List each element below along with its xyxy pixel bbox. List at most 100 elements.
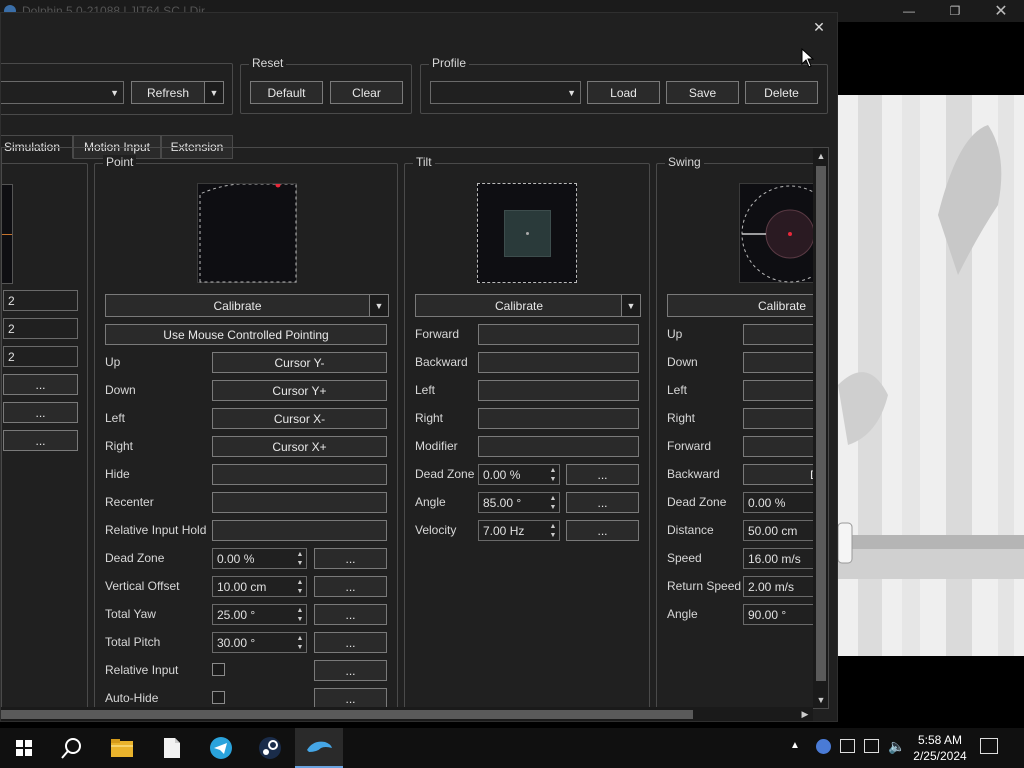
file-explorer-icon[interactable]	[98, 728, 146, 768]
spin-arrows-icon[interactable]: ▲ ▼	[294, 633, 306, 652]
point-calibrate-button[interactable]: Calibrate	[105, 294, 370, 317]
point-hide-mapping[interactable]	[212, 464, 387, 485]
swing-group: Swing Calibrate Up Down Left Right Forwa…	[656, 155, 828, 708]
horizontal-scroll-thumb[interactable]	[1, 710, 693, 719]
tilt-modifier-mapping[interactable]	[478, 436, 639, 457]
default-button[interactable]: Default	[250, 81, 323, 104]
show-hidden-icons-icon[interactable]: ▲	[790, 740, 800, 751]
tilt-left-label: Left	[415, 383, 436, 397]
point-recenter-label: Recenter	[105, 495, 154, 509]
mouse-pointing-button[interactable]: Use Mouse Controlled Pointing	[105, 324, 387, 345]
tilt-right-mapping[interactable]	[478, 408, 639, 429]
point-relative-hold-label: Relative Input Hold	[105, 523, 207, 537]
point-recenter-mapping[interactable]	[212, 492, 387, 513]
tilt-deadzone-spinbox[interactable]: 0.00 % ▲ ▼	[478, 464, 560, 485]
tilt-group: Tilt Calibrate ▼ Forward Backward Left R…	[404, 155, 650, 708]
system-clock[interactable]: 5:58 AM 2/25/2024	[910, 732, 970, 764]
tilt-velocity-spinbox[interactable]: 7.00 Hz ▲ ▼	[478, 520, 560, 541]
point-right-mapping[interactable]: Cursor X+	[212, 436, 387, 457]
point-vertical-offset-spinbox[interactable]: 10.00 cm ▲ ▼	[212, 576, 307, 597]
tab-content-pane: 2 2 2 ... ... ... Point Calibrate ▼ Use …	[1, 147, 829, 709]
maximize-button[interactable]: ❐	[932, 0, 978, 22]
tilt-velocity-value: 7.00 Hz	[483, 523, 525, 538]
relative-input-checkbox[interactable]	[212, 663, 225, 676]
spin-arrows-icon[interactable]: ▲ ▼	[294, 605, 306, 624]
refresh-button[interactable]: Refresh	[131, 81, 205, 104]
clock-date: 2/25/2024	[913, 749, 967, 763]
tilt-backward-label: Backward	[415, 355, 468, 369]
point-deadzone-spinbox[interactable]: 0.00 % ▲ ▼	[212, 548, 307, 569]
scroll-up-icon[interactable]: ▲	[813, 148, 828, 164]
spin-arrows-icon[interactable]: ▲ ▼	[294, 577, 306, 596]
delete-button[interactable]: Delete	[745, 81, 818, 104]
tilt-left-mapping[interactable]	[478, 380, 639, 401]
tilt-calibrate-dropdown[interactable]: ▼	[621, 294, 641, 317]
action-center-icon[interactable]	[980, 738, 998, 754]
refresh-dropdown-button[interactable]: ▼	[204, 81, 224, 104]
load-button[interactable]: Load	[587, 81, 660, 104]
scroll-right-icon[interactable]: ▶	[797, 707, 813, 721]
tilt-velocity-more-button[interactable]: ...	[566, 520, 639, 541]
point-calibrate-dropdown[interactable]: ▼	[369, 294, 389, 317]
tilt-calibrate-button[interactable]: Calibrate	[415, 294, 623, 317]
tilt-preview	[477, 183, 577, 283]
mouse-cursor-icon	[801, 48, 815, 68]
close-window-button[interactable]: ✕	[978, 0, 1024, 22]
point-up-mapping[interactable]: Cursor Y-	[212, 352, 387, 373]
point-total-yaw-spinbox[interactable]: 25.00 ° ▲ ▼	[212, 604, 307, 625]
network-globe-icon[interactable]	[816, 739, 831, 754]
left-field-1[interactable]: 2	[3, 290, 78, 311]
spin-arrows-icon[interactable]: ▲ ▼	[547, 521, 559, 540]
steam-icon[interactable]	[246, 728, 294, 768]
relative-input-more-button[interactable]: ...	[314, 660, 387, 681]
volume-muted-icon[interactable]: 🔈	[888, 738, 905, 755]
point-down-mapping[interactable]: Cursor Y+	[212, 380, 387, 401]
left-field-3[interactable]: 2	[3, 346, 78, 367]
dolphin-icon[interactable]	[295, 728, 343, 768]
security-center-icon[interactable]	[840, 739, 855, 753]
point-total-yaw-more-button[interactable]: ...	[314, 604, 387, 625]
point-total-pitch-spinbox[interactable]: 30.00 ° ▲ ▼	[212, 632, 307, 653]
left-more-button-1[interactable]: ...	[3, 374, 78, 395]
left-field-2[interactable]: 2	[3, 318, 78, 339]
tilt-deadzone-more-button[interactable]: ...	[566, 464, 639, 485]
point-total-pitch-label: Total Pitch	[105, 635, 161, 649]
profile-select[interactable]: ▼	[430, 81, 581, 104]
network-status-icon[interactable]	[864, 739, 879, 753]
tilt-angle-more-button[interactable]: ...	[566, 492, 639, 513]
left-more-button-3[interactable]: ...	[3, 430, 78, 451]
swing-calibrate-button[interactable]: Calibrate	[667, 294, 828, 317]
auto-hide-checkbox[interactable]	[212, 691, 225, 704]
vertical-scrollbar[interactable]: ▲ ▼	[813, 148, 828, 708]
point-relative-hold-mapping[interactable]	[212, 520, 387, 541]
horizontal-scrollbar[interactable]: ▶	[1, 707, 813, 721]
point-vertical-offset-value: 10.00 cm	[217, 579, 267, 594]
close-dialog-button[interactable]: ✕	[809, 17, 829, 37]
swing-down-label: Down	[667, 355, 698, 369]
point-hide-label: Hide	[105, 467, 130, 481]
device-select[interactable]: ▼	[1, 81, 124, 104]
minimize-button[interactable]: —	[886, 0, 932, 22]
spin-arrows-icon[interactable]: ▲ ▼	[547, 465, 559, 484]
search-icon[interactable]	[48, 728, 96, 768]
point-vertical-offset-more-button[interactable]: ...	[314, 576, 387, 597]
tilt-backward-mapping[interactable]	[478, 352, 639, 373]
point-total-pitch-more-button[interactable]: ...	[314, 632, 387, 653]
tilt-angle-spinbox[interactable]: 85.00 ° ▲ ▼	[478, 492, 560, 513]
point-deadzone-more-button[interactable]: ...	[314, 548, 387, 569]
spin-arrows-icon[interactable]: ▲ ▼	[294, 549, 306, 568]
point-left-mapping[interactable]: Cursor X-	[212, 408, 387, 429]
telegram-icon[interactable]	[197, 728, 245, 768]
auto-hide-more-button[interactable]: ...	[314, 688, 387, 708]
notepad-icon[interactable]	[148, 728, 196, 768]
point-deadzone-label: Dead Zone	[105, 551, 165, 565]
tilt-forward-mapping[interactable]	[478, 324, 639, 345]
left-more-button-2[interactable]: ...	[3, 402, 78, 423]
scroll-down-icon[interactable]: ▼	[813, 692, 828, 708]
save-button[interactable]: Save	[666, 81, 739, 104]
windows-start-icon[interactable]	[0, 728, 48, 768]
clear-button[interactable]: Clear	[330, 81, 403, 104]
vertical-scroll-thumb[interactable]	[816, 166, 826, 681]
spin-arrows-icon[interactable]: ▲ ▼	[547, 493, 559, 512]
point-down-label: Down	[105, 383, 136, 397]
